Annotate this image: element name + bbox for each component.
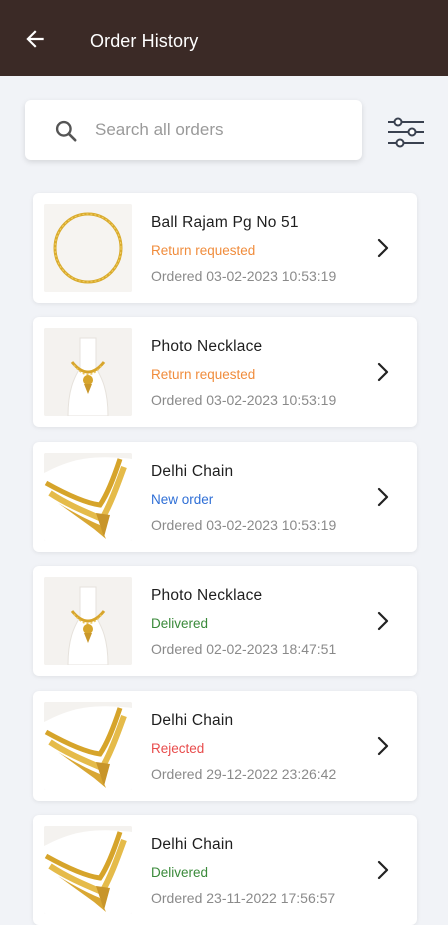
arrow-left-icon xyxy=(26,30,44,48)
order-item-name: Delhi Chain xyxy=(151,711,234,729)
order-thumbnail xyxy=(44,204,132,292)
search-icon xyxy=(55,120,77,142)
order-thumbnail xyxy=(44,577,132,666)
order-item-name: Photo Necklace xyxy=(151,338,263,356)
chevron-right-icon[interactable] xyxy=(373,236,393,260)
order-thumbnail xyxy=(44,826,132,914)
chevron-right-icon[interactable] xyxy=(373,485,393,509)
order-card[interactable]: Photo Necklace Return requested Ordered 03… xyxy=(33,317,417,428)
order-card[interactable]: Ball Rajam Pg No 51 Return requested Order… xyxy=(33,193,417,303)
order-item-name: Ball Rajam Pg No 51 xyxy=(151,214,299,231)
order-date: Ordered 29-12-2022 23:26:42 xyxy=(151,765,337,782)
chevron-right-icon[interactable] xyxy=(373,734,393,758)
order-date: Ordered 23-11-2022 17:56:57 xyxy=(151,890,336,906)
back-button[interactable] xyxy=(20,24,50,54)
search-input[interactable] xyxy=(95,115,345,145)
sliders-filter-icon xyxy=(388,117,424,148)
order-status: Return requested xyxy=(151,367,256,383)
search-box[interactable] xyxy=(25,100,362,160)
order-item-name: Photo Necklace xyxy=(151,587,263,605)
app-bar: Order History xyxy=(0,0,448,76)
order-status: Return requested xyxy=(151,243,256,258)
filter-button[interactable] xyxy=(386,113,426,153)
order-thumbnail xyxy=(44,452,132,541)
order-date: Ordered 02-02-2023 18:47:51 xyxy=(151,641,337,658)
order-date: Ordered 03-02-2023 10:53:19 xyxy=(151,392,337,409)
page-title: Order History xyxy=(90,31,199,51)
order-thumbnail xyxy=(44,701,132,790)
order-card[interactable]: Delhi Chain New order Ordered 03-02-2023 1… xyxy=(33,441,417,552)
order-item-name: Delhi Chain xyxy=(151,462,234,480)
order-status: Rejected xyxy=(151,740,205,756)
order-thumbnail xyxy=(44,328,132,417)
order-card[interactable]: Delhi Chain Rejected Ordered 29-12-2022 23… xyxy=(33,690,417,801)
chevron-right-icon[interactable] xyxy=(373,360,393,384)
chevron-right-icon[interactable] xyxy=(373,858,393,882)
order-status: New order xyxy=(151,491,214,507)
order-card[interactable]: Photo Necklace Delivered Ordered 02-02-202… xyxy=(33,566,417,677)
order-status: Delivered xyxy=(151,616,209,632)
order-status: Delivered xyxy=(151,865,209,880)
chevron-right-icon[interactable] xyxy=(373,609,393,633)
order-item-name: Delhi Chain xyxy=(151,836,234,853)
order-date: Ordered 03-02-2023 10:53:19 xyxy=(151,516,337,533)
order-card[interactable]: Delhi Chain Delivered Ordered 23-11-2022 1… xyxy=(33,815,417,925)
order-date: Ordered 03-02-2023 10:53:19 xyxy=(151,268,337,284)
